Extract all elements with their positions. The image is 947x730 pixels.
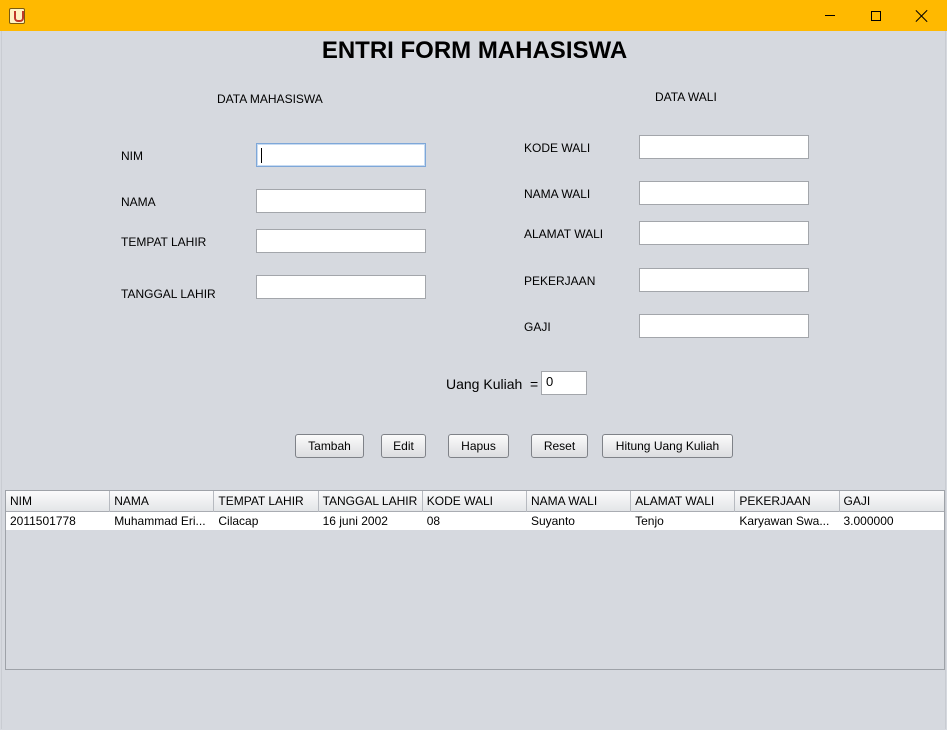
table-cell: 08: [426, 514, 441, 528]
table-cell: Tenjo: [635, 514, 664, 528]
maximize-button[interactable]: [853, 0, 899, 31]
table-cell: Cilacap: [218, 514, 259, 528]
alamat-wali-label: ALAMAT WALI: [524, 227, 604, 241]
nim-field[interactable]: [256, 143, 426, 167]
column-header[interactable]: TANGGAL LAHIR: [319, 491, 423, 512]
gaji-field[interactable]: [639, 314, 809, 338]
reset-button[interactable]: Reset: [531, 434, 588, 458]
tambah-button[interactable]: Tambah: [295, 434, 364, 458]
maximize-icon: [871, 10, 881, 21]
table-cell: Muhammad Eri...: [114, 514, 206, 528]
mahasiswa-table[interactable]: NIM NAMA TEMPAT LAHIR TANGGAL LAHIR KODE…: [5, 490, 945, 670]
column-header[interactable]: NAMA: [110, 491, 215, 512]
kode-wali-label: KODE WALI: [524, 141, 591, 155]
column-header[interactable]: NAMA WALI: [527, 491, 632, 512]
alamat-wali-field[interactable]: [639, 221, 809, 245]
close-icon: [916, 10, 928, 22]
column-header[interactable]: TEMPAT LAHIR: [214, 491, 319, 512]
text-caret: [261, 148, 262, 163]
minimize-icon: [825, 15, 835, 16]
pekerjaan-field[interactable]: [639, 268, 809, 292]
table-header: NIM NAMA TEMPAT LAHIR TANGGAL LAHIR KODE…: [6, 491, 944, 512]
table-cell: Suyanto: [530, 514, 575, 528]
table-cell: Karyawan Swa...: [739, 514, 830, 528]
nama-field[interactable]: [256, 189, 426, 213]
nama-label: NAMA: [121, 195, 156, 209]
form-panel: ENTRI FORM MAHASISWA DATA MAHASISWA DATA…: [1, 31, 946, 729]
nama-wali-label: NAMA WALI: [524, 187, 591, 201]
minimize-button[interactable]: [807, 0, 853, 31]
tanggal-lahir-label: TANGGAL LAHIR: [121, 287, 216, 301]
kode-wali-field[interactable]: [639, 135, 809, 159]
section-label-wali: DATA WALI: [655, 90, 717, 104]
column-header[interactable]: NIM: [6, 491, 111, 512]
pekerjaan-label: PEKERJAAN: [524, 274, 596, 288]
tempat-lahir-label: TEMPAT LAHIR: [121, 235, 207, 249]
gaji-label: GAJI: [524, 320, 551, 334]
nama-wali-field[interactable]: [639, 181, 809, 205]
table-cell: 2011501778: [10, 514, 76, 528]
column-header[interactable]: GAJI: [840, 491, 944, 512]
table-cell: 3.000000: [843, 514, 894, 528]
uang-kuliah-field[interactable]: 0: [541, 371, 587, 395]
column-header[interactable]: PEKERJAAN: [735, 491, 840, 512]
tanggal-lahir-field[interactable]: [256, 275, 426, 299]
java-app-icon: [9, 8, 25, 24]
uang-kuliah-label: Uang Kuliah =: [446, 376, 539, 392]
title-bar[interactable]: [0, 0, 947, 31]
edit-button[interactable]: Edit: [381, 434, 426, 458]
table-cell: 16 juni 2002: [322, 514, 388, 528]
hitung-uang-kuliah-button[interactable]: Hitung Uang Kuliah: [602, 434, 733, 458]
column-header[interactable]: KODE WALI: [423, 491, 527, 512]
hapus-button[interactable]: Hapus: [448, 434, 509, 458]
table-row[interactable]: 2011501778 Muhammad Eri... Cilacap 16 ju…: [6, 512, 944, 530]
tempat-lahir-field[interactable]: [256, 229, 426, 253]
form-title: ENTRI FORM MAHASISWA: [321, 37, 628, 64]
close-button[interactable]: [899, 0, 945, 31]
column-header[interactable]: ALAMAT WALI: [631, 491, 736, 512]
nim-label: NIM: [121, 149, 143, 163]
section-label-mahasiswa: DATA MAHASISWA: [217, 92, 323, 106]
